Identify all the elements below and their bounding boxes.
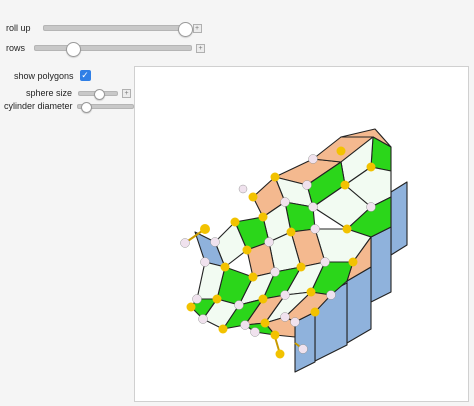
sphere-size-slider[interactable] bbox=[78, 88, 119, 100]
roll-up-slider[interactable] bbox=[42, 21, 194, 37]
roll-up-control: roll up + bbox=[6, 21, 202, 37]
rows-control: rows + bbox=[6, 41, 206, 57]
cylinder-diameter-slider-thumb[interactable] bbox=[81, 101, 93, 113]
show-polygons-control: show polygons ✓ bbox=[14, 70, 91, 81]
rolled-polygon-lattice-graphic bbox=[180, 128, 408, 373]
sphere-size-expand-icon[interactable]: + bbox=[122, 88, 132, 98]
cylinder-diameter-control: cylinder diameter + bbox=[4, 101, 147, 113]
rows-slider[interactable] bbox=[34, 41, 193, 57]
cylinder-diameter-label: cylinder diameter bbox=[4, 101, 73, 111]
roll-up-expand-icon[interactable]: + bbox=[192, 23, 202, 33]
roll-up-label: roll up bbox=[6, 23, 31, 33]
rows-slider-thumb[interactable] bbox=[65, 41, 81, 57]
rows-label: rows bbox=[6, 43, 26, 53]
sphere-size-slider-thumb[interactable] bbox=[93, 88, 105, 100]
roll-up-slider-thumb[interactable] bbox=[178, 21, 194, 37]
sphere-size-label: sphere size bbox=[26, 88, 73, 98]
show-polygons-checkbox[interactable]: ✓ bbox=[79, 70, 91, 81]
cylinder-diameter-slider[interactable] bbox=[76, 101, 134, 113]
show-polygons-label: show polygons bbox=[14, 70, 74, 81]
graphics-3d-viewport[interactable] bbox=[134, 66, 469, 402]
sphere-size-control: sphere size + bbox=[26, 88, 132, 100]
rows-expand-icon[interactable]: + bbox=[196, 43, 206, 53]
